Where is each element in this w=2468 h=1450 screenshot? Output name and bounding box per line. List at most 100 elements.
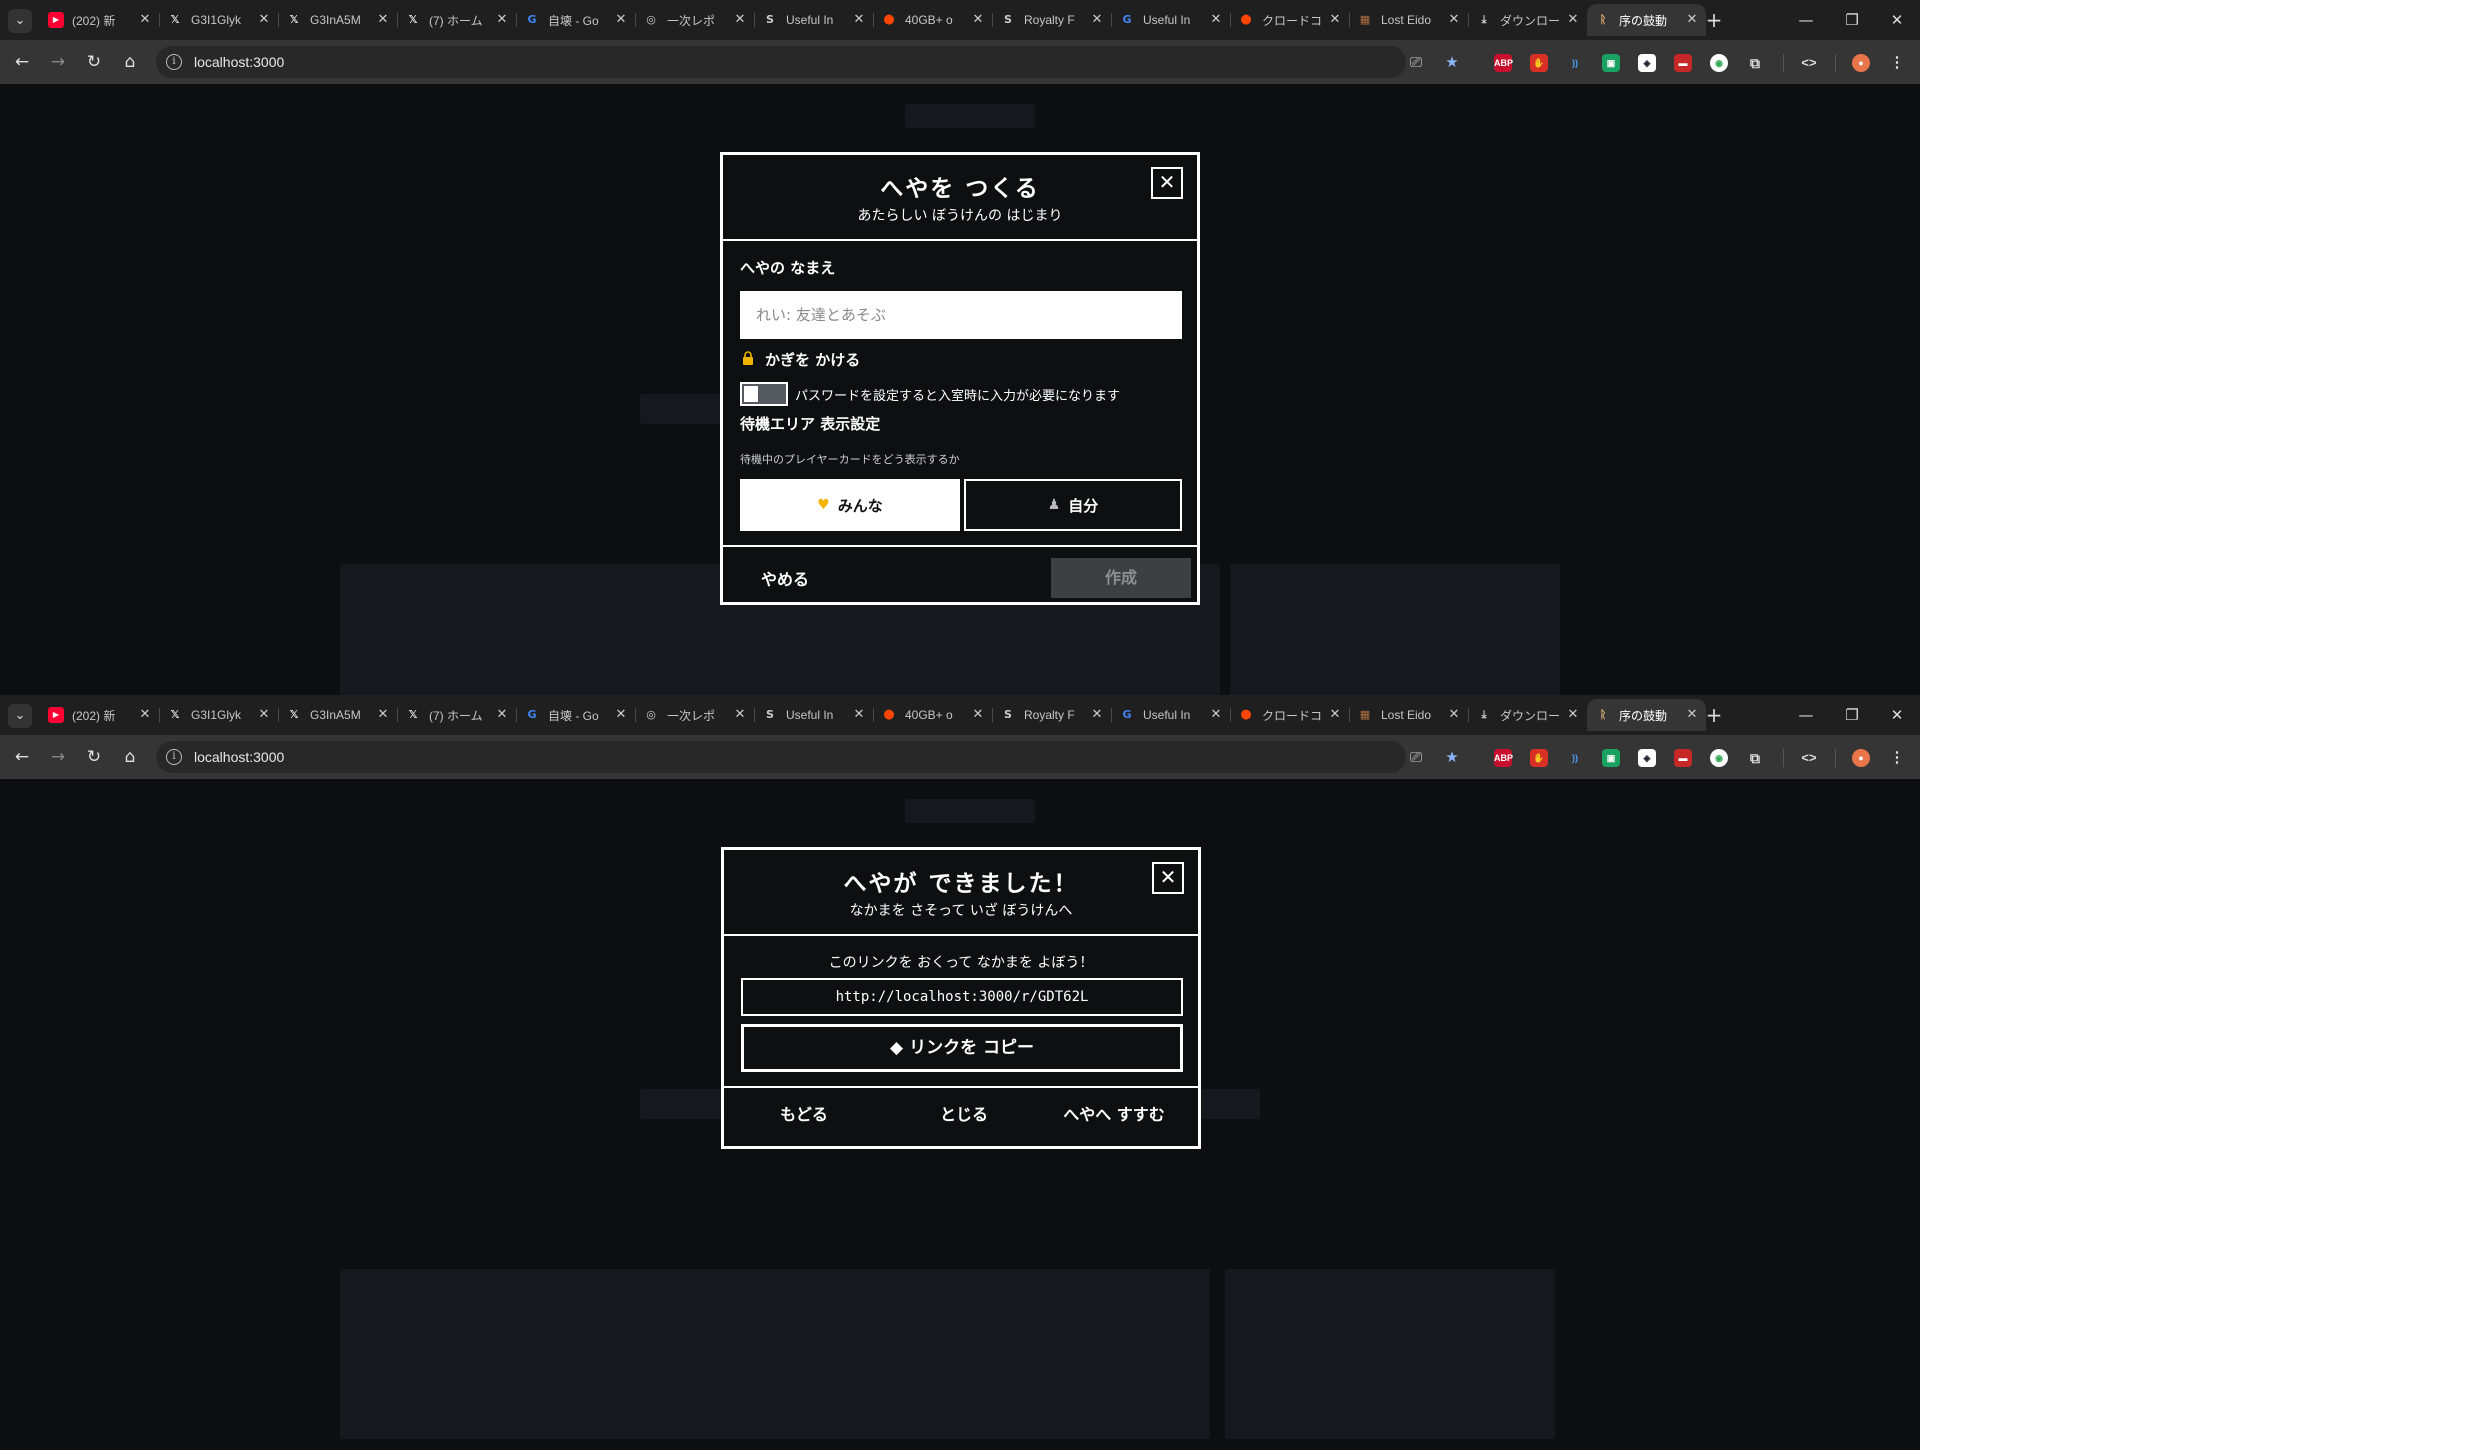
browser-tab[interactable]: 𝕏 (7) ホーム ✕ xyxy=(397,4,516,36)
tab-close-icon[interactable]: ✕ xyxy=(1208,12,1224,28)
browser-tab[interactable]: ⤓ ダウンロー ✕ xyxy=(1468,4,1587,36)
devtools-icon[interactable]: <> xyxy=(1800,749,1818,767)
browser-tab[interactable]: ● クロードコ ✕ xyxy=(1230,699,1349,731)
browser-tab[interactable]: 𝕏 G3I1Glyk ✕ xyxy=(159,4,278,36)
browser-tab[interactable]: S Royalty F ✕ xyxy=(992,699,1111,731)
tab-close-icon[interactable]: ✕ xyxy=(1446,707,1462,723)
wave-extension-icon[interactable]: )) xyxy=(1566,749,1584,767)
puzzle-extensions-icon[interactable]: ⧉ xyxy=(1746,749,1764,767)
tab-close-icon[interactable]: ✕ xyxy=(375,12,391,28)
browser-tab[interactable]: S Useful In ✕ xyxy=(754,4,873,36)
tab-close-icon[interactable]: ✕ xyxy=(375,707,391,723)
browser-tab[interactable]: G 自壊 - Go ✕ xyxy=(516,699,635,731)
tab-close-icon[interactable]: ✕ xyxy=(137,12,153,28)
tab-close-icon[interactable]: ✕ xyxy=(1327,12,1343,28)
browser-tab[interactable]: ▦ Lost Eido ✕ xyxy=(1349,699,1468,731)
browser-tab[interactable]: 𝕏 (7) ホーム ✕ xyxy=(397,699,516,731)
tab-close-icon[interactable]: ✕ xyxy=(256,707,272,723)
install-app-icon[interactable]: ⎚ xyxy=(1406,747,1426,767)
home-icon[interactable]: ⌂ xyxy=(118,50,142,74)
password-toggle[interactable] xyxy=(740,382,788,406)
browser-tab[interactable]: ▶ (202) 新 ✕ xyxy=(40,4,159,36)
screen-extension-icon[interactable]: ▣ xyxy=(1602,749,1620,767)
bookmark-star-icon[interactable]: ★ xyxy=(1442,747,1462,767)
tab-close-icon[interactable]: ✕ xyxy=(1684,12,1700,28)
cancel-button[interactable]: やめる xyxy=(749,565,821,595)
hand-extension-icon[interactable]: ✋ xyxy=(1530,749,1548,767)
red-extension-icon[interactable]: ▬ xyxy=(1674,54,1692,72)
browser-tab[interactable]: ● 40GB+ o ✕ xyxy=(873,4,992,36)
tab-close-icon[interactable]: ✕ xyxy=(970,707,986,723)
option-everyone-button[interactable]: ♥ みんな xyxy=(740,479,960,531)
back-icon[interactable]: ← xyxy=(10,50,34,74)
screen-extension-icon[interactable]: ▣ xyxy=(1602,54,1620,72)
site-info-icon[interactable]: i xyxy=(166,54,182,70)
tab-search-icon[interactable]: ⌄ xyxy=(8,704,32,728)
tab-close-icon[interactable]: ✕ xyxy=(494,12,510,28)
tab-close-icon[interactable]: ✕ xyxy=(1327,707,1343,723)
browser-tab[interactable]: ᚱ 序の鼓動 ✕ xyxy=(1587,699,1706,731)
back-button[interactable]: もどる xyxy=(764,1100,844,1130)
reload-icon[interactable]: ↻ xyxy=(82,745,106,769)
tab-close-icon[interactable]: ✕ xyxy=(732,12,748,28)
adblock-icon[interactable]: ABP xyxy=(1494,54,1513,72)
tab-close-icon[interactable]: ✕ xyxy=(1684,707,1700,723)
window-close-icon[interactable]: ✕ xyxy=(1874,695,1920,735)
tab-close-icon[interactable]: ✕ xyxy=(494,707,510,723)
browser-tab[interactable]: G Useful In ✕ xyxy=(1111,699,1230,731)
tab-search-icon[interactable]: ⌄ xyxy=(8,9,32,33)
browser-tab[interactable]: ▦ Lost Eido ✕ xyxy=(1349,4,1468,36)
tab-close-icon[interactable]: ✕ xyxy=(613,707,629,723)
new-tab-icon[interactable]: + xyxy=(1702,9,1726,33)
forward-icon[interactable]: → xyxy=(46,745,70,769)
address-url[interactable]: localhost:3000 xyxy=(194,54,284,70)
browser-tab[interactable]: G Useful In ✕ xyxy=(1111,4,1230,36)
box-extension-icon[interactable]: ◈ xyxy=(1638,54,1656,72)
tab-close-icon[interactable]: ✕ xyxy=(1208,707,1224,723)
close-button[interactable]: とじる xyxy=(924,1100,1004,1130)
profile-avatar[interactable]: ● xyxy=(1852,749,1870,767)
room-link-field[interactable]: http://localhost:3000/r/GDT62L xyxy=(741,978,1183,1016)
address-url[interactable]: localhost:3000 xyxy=(194,749,284,765)
wave-extension-icon[interactable]: )) xyxy=(1566,54,1584,72)
back-icon[interactable]: ← xyxy=(10,745,34,769)
menu-dots-icon[interactable]: ⋮ xyxy=(1888,54,1906,72)
browser-tab[interactable]: 𝕏 G3InA5M ✕ xyxy=(278,699,397,731)
profile-avatar[interactable]: ● xyxy=(1852,54,1870,72)
hand-extension-icon[interactable]: ✋ xyxy=(1530,54,1548,72)
menu-dots-icon[interactable]: ⋮ xyxy=(1888,749,1906,767)
browser-tab[interactable]: 𝕏 G3InA5M ✕ xyxy=(278,4,397,36)
bookmark-star-icon[interactable]: ★ xyxy=(1442,52,1462,72)
restore-icon[interactable]: ❐ xyxy=(1829,695,1875,735)
browser-tab[interactable]: ● クロードコ ✕ xyxy=(1230,4,1349,36)
close-icon[interactable]: ✕ xyxy=(1151,167,1183,199)
tab-close-icon[interactable]: ✕ xyxy=(1565,12,1581,28)
create-button[interactable]: 作成 xyxy=(1051,558,1191,598)
restore-icon[interactable]: ❐ xyxy=(1829,0,1875,40)
address-bar[interactable]: i localhost:3000 ⎚ ★ xyxy=(156,741,1459,773)
browser-tab[interactable]: G 自壊 - Go ✕ xyxy=(516,4,635,36)
tab-close-icon[interactable]: ✕ xyxy=(1446,12,1462,28)
browser-tab[interactable]: ⤓ ダウンロー ✕ xyxy=(1468,699,1587,731)
minimize-icon[interactable]: — xyxy=(1783,0,1829,40)
red-extension-icon[interactable]: ▬ xyxy=(1674,749,1692,767)
option-self-button[interactable]: ♟ 自分 xyxy=(964,479,1182,531)
copy-link-button[interactable]: ◆ リンクを コピー xyxy=(741,1024,1183,1072)
enter-room-button[interactable]: へやへ すすむ xyxy=(1054,1100,1174,1130)
tab-close-icon[interactable]: ✕ xyxy=(970,12,986,28)
browser-tab[interactable]: ▶ (202) 新 ✕ xyxy=(40,699,159,731)
tab-close-icon[interactable]: ✕ xyxy=(851,12,867,28)
site-info-icon[interactable]: i xyxy=(166,749,182,765)
browser-tab[interactable]: S Royalty F ✕ xyxy=(992,4,1111,36)
tab-close-icon[interactable]: ✕ xyxy=(1089,12,1105,28)
box-extension-icon[interactable]: ◈ xyxy=(1638,749,1656,767)
window-close-icon[interactable]: ✕ xyxy=(1874,0,1920,40)
tab-close-icon[interactable]: ✕ xyxy=(851,707,867,723)
close-icon[interactable]: ✕ xyxy=(1152,862,1184,894)
install-app-icon[interactable]: ⎚ xyxy=(1406,52,1426,72)
devtools-icon[interactable]: <> xyxy=(1800,54,1818,72)
tab-close-icon[interactable]: ✕ xyxy=(1565,707,1581,723)
puzzle-extensions-icon[interactable]: ⧉ xyxy=(1746,54,1764,72)
reload-icon[interactable]: ↻ xyxy=(82,50,106,74)
adblock-icon[interactable]: ABP xyxy=(1494,749,1513,767)
